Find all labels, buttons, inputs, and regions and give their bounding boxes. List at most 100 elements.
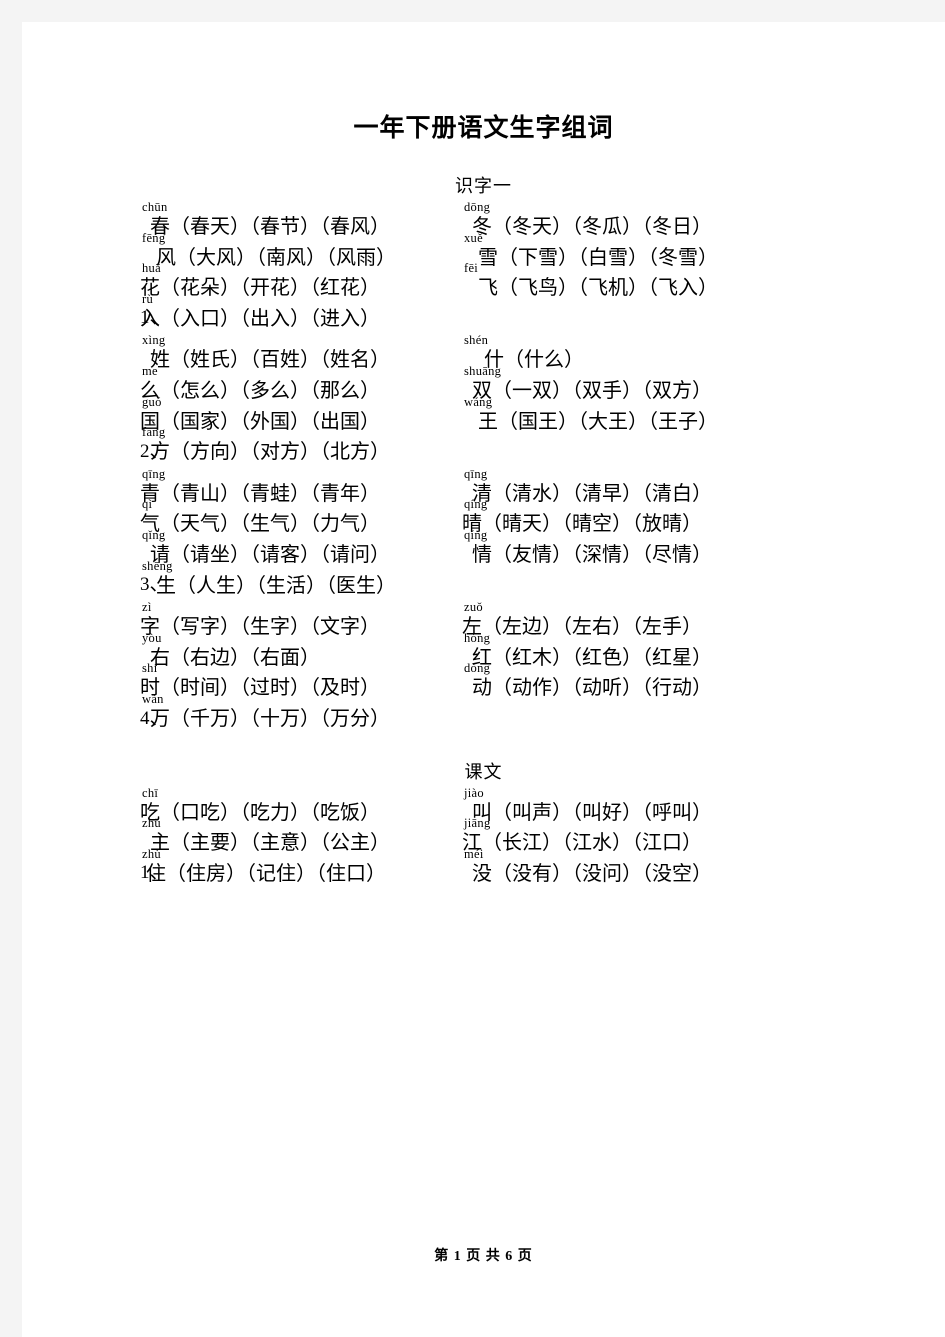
pinyin-label: qǐng <box>142 527 166 542</box>
character-entry: shēng 生（人生）（生活）（医生） <box>140 560 396 599</box>
character-column-left: huā 花（花朵）（开花）（红花） <box>22 262 442 301</box>
character-row: huā 花（花朵）（开花）（红花） fēi 飞（飞鸟）（飞机）（飞入） <box>22 262 945 301</box>
character-group: 1、 chī 吃（口吃）（吃力）（吃饭） jiào 叫（叫声）（叫好）（呼叫） zhǔ 主（… <box>22 786 945 887</box>
pinyin-label: zhǔ <box>142 816 161 831</box>
character-column-left: wàn 万（千万）（十万）（万分） <box>22 693 442 732</box>
word-list: （方向）（对方）（北方） <box>170 441 390 464</box>
document-page: 一年下册语文生字组词 识字一 1、 chūn 春（春天）（春节）（春风） dōng 冬（冬… <box>22 22 945 1337</box>
pinyin-label: wáng <box>464 394 493 409</box>
pinyin-label: qīng <box>142 466 166 481</box>
character-column-right: qīng 清（清水）（清早）（清白） <box>442 468 842 507</box>
character-entry: me 么（怎么）（多么）（那么） <box>140 365 380 404</box>
hanzi-character: 入 <box>140 307 160 330</box>
character-group: 1、 chūn 春（春天）（春节）（春风） dōng 冬（冬天）（冬瓜）（冬日） fēng… <box>22 201 945 332</box>
character-column-left: fāng 方（方向）（对方）（北方） <box>22 426 442 465</box>
pinyin-label: méi <box>464 846 484 861</box>
word-list: （人生）（生活）（医生） <box>176 574 396 597</box>
character-entry: wàn 万（千万）（十万）（万分） <box>140 693 390 732</box>
character-entry: xìng 姓（姓氏）（百姓）（姓名） <box>140 334 390 373</box>
pinyin-label: shēng <box>142 558 173 573</box>
hanzi-character: 生 <box>156 574 176 597</box>
character-column-left: qīng 青（青山）（青蛙）（青年） <box>22 468 442 507</box>
character-entry: huā 花（花朵）（开花）（红花） <box>140 262 380 301</box>
word-list: （一双）（双手）（双方） <box>492 379 712 402</box>
character-column-left: qì 气（天气）（生气）（力气） <box>22 498 442 537</box>
section-heading: 课文 <box>464 761 503 782</box>
pinyin-label: yòu <box>142 630 162 645</box>
character-entry: wáng 王（国王）（大王）（王子） <box>462 396 718 435</box>
page-footer: 第 1 页 共 6 页 <box>434 1249 533 1264</box>
pinyin-label: shén <box>464 333 489 348</box>
character-column-left: xìng 姓（姓氏）（百姓）（姓名） <box>22 334 442 373</box>
word-list: （清水）（清早）（清白） <box>492 482 712 505</box>
pinyin-label: qíng <box>464 497 488 512</box>
pinyin-label: huā <box>142 261 161 276</box>
character-entry: zì 字（写字）（生字）（文字） <box>140 601 380 640</box>
character-row: fāng 方（方向）（对方）（北方） <box>22 426 945 465</box>
character-column-left: zì 字（写字）（生字）（文字） <box>22 601 442 640</box>
word-list: （国家）（外国）（出国） <box>160 410 380 433</box>
character-column-left: zhǔ 主（主要）（主意）（公主） <box>22 817 442 856</box>
word-list: （姓氏）（百姓）（姓名） <box>170 349 390 372</box>
character-column-left: fēng 风（大风）（南风）（风雨） <box>22 232 442 271</box>
character-entry: dòng 动（动作）（动听）（行动） <box>462 662 712 701</box>
word-list: （主要）（主意）（公主） <box>170 832 390 855</box>
word-list: （入口）（出入）（进入） <box>160 307 380 330</box>
pinyin-label: me <box>142 363 158 378</box>
word-list: （住房）（记住）（住口） <box>166 862 386 885</box>
pinyin-label: guó <box>142 394 162 409</box>
character-entry: qīng 青（青山）（青蛙）（青年） <box>140 468 380 507</box>
word-list: （下雪）（白雪）（冬雪） <box>498 246 718 269</box>
character-entry: chūn 春（春天）（春节）（春风） <box>140 201 390 240</box>
word-list: （晴天）（晴空）（放晴） <box>482 513 702 536</box>
character-entry: méi 没（没有）（没问）（没空） <box>462 848 712 887</box>
character-entry: zuǒ 左（左边）（左右）（左手） <box>462 601 702 640</box>
word-list: （叫声）（叫好）（呼叫） <box>492 801 712 824</box>
character-group: 3、 qīng 青（青山）（青蛙）（青年） qīng 清（清水）（清早）（清白） qì 气（… <box>22 468 945 599</box>
pinyin-label: rù <box>142 291 154 306</box>
character-column-right: shuāng 双（一双）（双手）（双方） <box>442 365 842 404</box>
character-entry: fēng 风（大风）（南风）（风雨） <box>140 232 396 271</box>
pinyin-label: jiào <box>464 785 484 800</box>
pinyin-label: wàn <box>142 691 164 706</box>
word-list: （大风）（南风）（风雨） <box>176 246 396 269</box>
character-column-right: shén 什（什么） <box>442 334 842 373</box>
character-entry: jiào 叫（叫声）（叫好）（呼叫） <box>462 786 712 826</box>
pinyin-label: dòng <box>464 661 491 676</box>
word-list: （写字）（生字）（文字） <box>160 616 380 639</box>
word-list: （请坐）（请客）（请问） <box>170 543 390 566</box>
character-column-right: jiào 叫（叫声）（叫好）（呼叫） <box>442 786 842 826</box>
character-column-right: dòng 动（动作）（动听）（行动） <box>442 662 842 701</box>
hanzi-character: 万 <box>150 707 170 730</box>
character-column-left: shēng 生（人生）（生活）（医生） <box>22 560 442 599</box>
word-list: （千万）（十万）（万分） <box>170 707 390 730</box>
pinyin-label: xìng <box>142 333 166 348</box>
character-row: rù 入（入口）（出入）（进入） <box>22 293 945 332</box>
character-column-right: méi 没（没有）（没问）（没空） <box>442 848 842 887</box>
character-entry: hóng 红（红木）（红色）（红星） <box>462 632 712 671</box>
character-entry: yòu 右（右边）（右面） <box>140 632 320 671</box>
character-entry: fēi 飞（飞鸟）（飞机）（飞入） <box>462 262 718 301</box>
character-column-right: qíng 情（友情）（深情）（尽情） <box>442 529 842 568</box>
pinyin-label: hóng <box>464 630 491 645</box>
character-group: 2、 xìng 姓（姓氏）（百姓）（姓名） shén 什（什么） me 么（怎么）（多么）（… <box>22 334 945 465</box>
pinyin-label: fēi <box>464 261 479 276</box>
pinyin-label: xuě <box>464 230 483 245</box>
character-entry: fāng 方（方向）（对方）（北方） <box>140 426 390 465</box>
hanzi-character: 住 <box>146 862 166 885</box>
pinyin-label: qíng <box>464 527 488 542</box>
section-heading: 识字一 <box>455 176 512 196</box>
character-entry: jiāng 江（长江）（江水）（江口） <box>462 817 702 856</box>
character-row: shēng 生（人生）（生活）（医生） <box>22 560 945 599</box>
character-column-left: qǐng 请（请坐）（请客）（请问） <box>22 529 442 568</box>
word-list: （花朵）（开花）（红花） <box>160 277 380 300</box>
pinyin-label: jiāng <box>464 816 491 831</box>
hanzi-character: 王 <box>478 410 498 433</box>
word-list: （时间）（过时）（及时） <box>160 677 380 700</box>
pinyin-label: qīng <box>464 466 488 481</box>
character-column-left: zhù 住（住房）（记住）（住口） <box>22 848 442 887</box>
word-list: （长江）（江水）（江口） <box>482 832 702 855</box>
character-column-right: wáng 王（国王）（大王）（王子） <box>442 396 842 435</box>
character-column-left: yòu 右（右边）（右面） <box>22 632 442 671</box>
pinyin-label: dōng <box>464 200 491 214</box>
